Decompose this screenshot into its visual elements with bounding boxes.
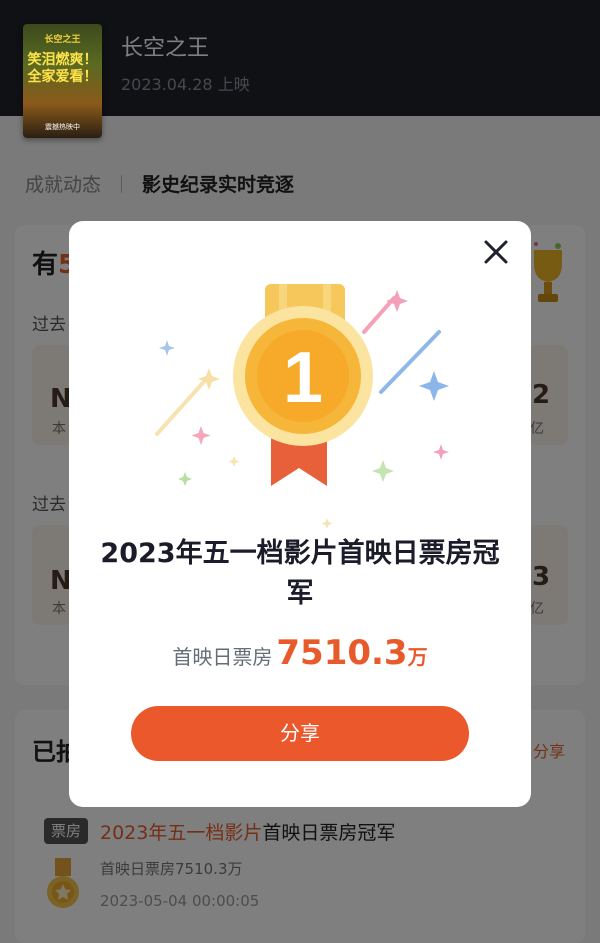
amount-unit: 万 (407, 645, 428, 669)
poster-slogan: 笑泪燃爽！全家爱看！ (27, 52, 98, 85)
modal-title: 2023年五一档影片首映日票房冠军 (100, 538, 500, 609)
movie-poster[interactable]: 长空之王 笑泪燃爽！全家爱看！ 震撼热映中 (23, 24, 102, 138)
poster-top-text: 长空之王 (44, 35, 81, 45)
amount-label: 首映日票房 (172, 645, 273, 669)
box-office-amount: 首映日票房 7510.3万 (69, 633, 531, 673)
close-icon[interactable] (481, 237, 511, 267)
share-button[interactable]: 分享 (131, 706, 469, 761)
amount-value: 7510.3 (276, 633, 408, 673)
poster-bottom-text: 震撼热映中 (45, 123, 80, 131)
medal-number: 1 (283, 338, 323, 418)
achievement-modal: 1 2023年五一档影片首映日票房冠军 首映日票房 7510.3万 分享 (69, 221, 531, 807)
gold-medal-icon: 1 (155, 284, 449, 529)
